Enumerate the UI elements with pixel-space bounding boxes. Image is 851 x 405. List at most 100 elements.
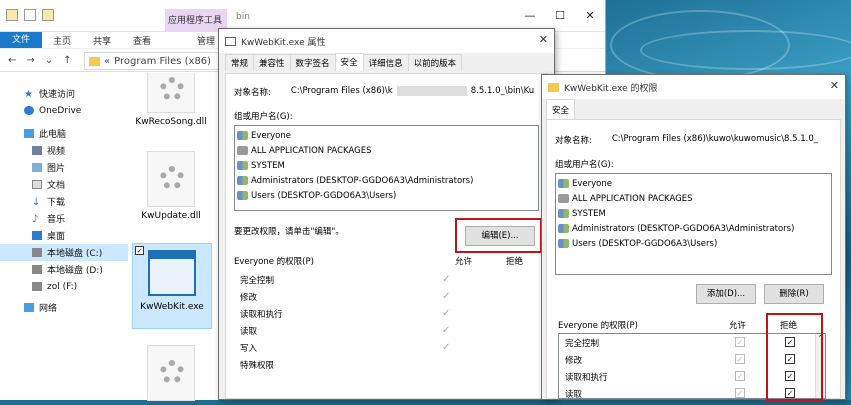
nav-network[interactable]: 网络 — [0, 299, 128, 316]
address-path[interactable]: « Program Files (x86) — [84, 52, 220, 70]
checkbox-icon[interactable]: ✓ — [135, 246, 144, 255]
permission-row: 读取和执行 ✓ — [234, 305, 539, 322]
list-item[interactable]: Users (DESKTOP-GGDO6A3\Users) — [558, 236, 829, 251]
file-item-selected[interactable]: ✓ KwWebKit.exe — [132, 243, 212, 329]
navigation-pane: ★ 快速访问 OneDrive 此电脑 视频 图片 文档 ↓ 下载 ♪ 音乐 桌… — [0, 73, 128, 400]
properties-icon[interactable] — [24, 9, 36, 21]
nav-label: 视频 — [47, 147, 66, 157]
permission-row: 修改 ✓ — [234, 288, 539, 305]
nav-pictures[interactable]: 图片 — [0, 159, 128, 176]
forward-arrow-icon[interactable]: → — [26, 55, 34, 66]
permissions-title: Everyone 的权限(P) — [558, 321, 638, 331]
tab-previous-versions[interactable]: 以前的版本 — [407, 54, 463, 71]
cloud-icon — [24, 106, 34, 115]
tab-compatibility[interactable]: 兼容性 — [253, 54, 291, 71]
users-icon — [237, 131, 248, 140]
file-name: KwWebKit.exe — [140, 302, 204, 312]
list-item[interactable]: ALL APPLICATION PACKAGES — [558, 191, 829, 206]
close-icon[interactable]: ✕ — [539, 33, 548, 46]
star-icon: ★ — [24, 89, 33, 100]
allow-checkbox[interactable]: ✓ — [735, 371, 745, 381]
tab-digital-signatures[interactable]: 数字签名 — [289, 54, 336, 71]
breadcrumb[interactable]: Program Files (x86) — [114, 56, 211, 67]
new-folder-icon[interactable] — [42, 9, 54, 21]
recent-chevron-icon[interactable]: ⌄ — [45, 55, 53, 66]
dll-file-icon — [147, 345, 195, 401]
permission-label: 读取和执行 — [240, 309, 283, 320]
object-name-value: C:\Program Files (x86)\kuwo\kuwomusic\8.… — [611, 134, 819, 144]
permissions-title: Everyone 的权限(P) — [234, 257, 314, 267]
list-item[interactable]: Administrators (DESKTOP-GGDO6A3\Administ… — [237, 173, 536, 188]
back-arrow-icon[interactable]: ← — [8, 55, 16, 66]
nav-label: 下载 — [47, 198, 66, 208]
tab-view[interactable]: 查看 — [122, 34, 162, 47]
tab-security[interactable]: 安全 — [334, 53, 364, 71]
nav-documents[interactable]: 文档 — [0, 176, 128, 193]
remove-button[interactable]: 删除(R) — [764, 284, 824, 304]
list-item[interactable]: Everyone — [558, 176, 829, 191]
list-item[interactable]: SYSTEM — [558, 206, 829, 221]
user-name: Everyone — [251, 130, 291, 141]
file-item[interactable]: KwRecoSong.dll — [131, 73, 211, 127]
nav-label: 图片 — [47, 164, 66, 174]
document-icon — [32, 180, 42, 189]
tab-share[interactable]: 共享 — [82, 34, 122, 47]
tab-home[interactable]: 主页 — [42, 34, 82, 47]
object-name-row: 对象名称: C:\Program Files (x86)\kuwo\kuwomu… — [555, 134, 832, 146]
nav-quick-access[interactable]: ★ 快速访问 — [0, 85, 128, 102]
file-item[interactable] — [131, 345, 211, 405]
close-button[interactable]: ✕ — [575, 0, 605, 32]
list-item[interactable]: Users (DESKTOP-GGDO6A3\Users) — [237, 188, 536, 203]
list-item[interactable]: Everyone — [237, 128, 536, 143]
nav-label: 文档 — [47, 181, 66, 191]
nav-drive-f[interactable]: zol (F:) — [0, 278, 128, 295]
nav-drive-d[interactable]: 本地磁盘 (D:) — [0, 261, 128, 278]
user-name: ALL APPLICATION PACKAGES — [572, 193, 693, 204]
up-arrow-icon[interactable]: ↑ — [63, 55, 71, 66]
object-name-label: 对象名称: — [234, 88, 271, 98]
permission-label: 特殊权限 — [240, 360, 275, 371]
nav-onedrive[interactable]: OneDrive — [0, 102, 128, 119]
nav-downloads[interactable]: ↓ 下载 — [0, 193, 128, 210]
drive-icon — [32, 282, 42, 291]
checkmark-icon: ✓ — [442, 274, 451, 285]
file-list: KwRecoSong.dll KwUpdate.dll ✓ KwWebKit.e… — [128, 73, 218, 401]
permissions-dialog: KwWebKit.exe 的权限 ✕ 安全 对象名称: C:\Program F… — [541, 74, 846, 401]
permission-label: 完全控制 — [240, 275, 275, 286]
file-name: KwUpdate.dll — [141, 211, 201, 221]
users-list[interactable]: Everyone ALL APPLICATION PACKAGES SYSTEM… — [234, 125, 539, 211]
users-icon — [558, 209, 569, 218]
nav-desktop[interactable]: 桌面 — [0, 227, 128, 244]
permissions-header: Everyone 的权限(P) 允许 拒绝 — [234, 255, 539, 267]
allow-checkbox[interactable]: ✓ — [735, 388, 745, 398]
nav-drive-c[interactable]: 本地磁盘 (C:) — [0, 244, 128, 261]
nav-this-pc[interactable]: 此电脑 — [0, 125, 128, 142]
nav-label: 本地磁盘 (C:) — [47, 249, 103, 259]
folder-icon[interactable] — [6, 9, 18, 21]
folder-icon — [89, 56, 100, 66]
tab-details[interactable]: 详细信息 — [362, 54, 409, 71]
nav-label: 此电脑 — [39, 130, 67, 140]
nav-music[interactable]: ♪ 音乐 — [0, 210, 128, 227]
nav-label: 桌面 — [47, 232, 66, 242]
nav-videos[interactable]: 视频 — [0, 142, 128, 159]
checkmark-icon: ✓ — [442, 342, 451, 353]
exe-icon — [225, 36, 236, 46]
close-icon[interactable]: ✕ — [830, 79, 839, 92]
user-name: ALL APPLICATION PACKAGES — [251, 145, 372, 156]
allow-checkbox[interactable]: ✓ — [735, 337, 745, 347]
list-item[interactable]: ALL APPLICATION PACKAGES — [237, 143, 536, 158]
list-item[interactable]: Administrators (DESKTOP-GGDO6A3\Administ… — [558, 221, 829, 236]
users-list[interactable]: Everyone ALL APPLICATION PACKAGES SYSTEM… — [555, 173, 832, 275]
file-name: KwRecoSong.dll — [135, 117, 207, 127]
tab-security[interactable]: 安全 — [546, 99, 576, 119]
dialog-title: KwWebKit.exe 属性 — [241, 37, 326, 48]
add-button[interactable]: 添加(D)... — [696, 284, 756, 304]
file-item[interactable]: KwUpdate.dll — [131, 151, 211, 221]
tab-general[interactable]: 常规 — [225, 54, 255, 71]
allow-checkbox[interactable]: ✓ — [735, 354, 745, 364]
dll-file-icon — [147, 73, 195, 113]
user-name: Administrators (DESKTOP-GGDO6A3\Administ… — [572, 223, 795, 234]
list-item[interactable]: SYSTEM — [237, 158, 536, 173]
tab-file[interactable]: 文件 — [0, 32, 42, 48]
